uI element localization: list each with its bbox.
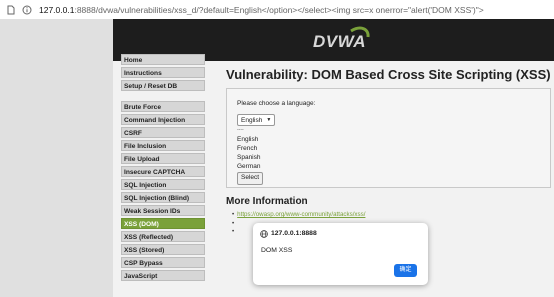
sidebar-item-sql-injection[interactable]: SQL Injection [121,179,205,190]
language-select[interactable]: English ▼ [237,114,276,126]
bullet: • [232,228,235,235]
dialog-origin: 127.0.0.1:8888 [271,230,317,237]
url-path: :8888/dvwa/vulnerabilities/xss_d/?defaul… [74,4,484,15]
sidebar-item-brute-force[interactable]: Brute Force [121,101,205,112]
chevron-down-icon: ▼ [266,117,272,123]
sidebar-item-sql-injection-blind[interactable]: SQL Injection (Blind) [121,192,205,203]
sidebar-item-xss-dom[interactable]: XSS (DOM) [121,218,205,229]
sidebar-item-instructions[interactable]: Instructions [121,67,205,78]
sidebar-item-insecure-captcha[interactable]: Insecure CAPTCHA [121,166,205,177]
sidebar-menu: Home Instructions Setup / Reset DB Brute… [121,54,207,291]
globe-icon [260,230,268,238]
alert-dialog: 127.0.0.1:8888 DOM XSS 确定 [253,223,428,285]
sidebar-item-xss-stored[interactable]: XSS (Stored) [121,244,205,255]
option-english[interactable]: English [237,135,261,144]
option-separator: ---- [237,127,244,133]
page-title: Vulnerability: DOM Based Cross Site Scri… [226,67,551,82]
dialog-message: DOM XSS [261,247,293,254]
info-icon[interactable] [22,5,32,15]
vulnerable-code-area: Please choose a language: English ▼ ----… [226,88,551,188]
sidebar-item-csp-bypass[interactable]: CSP Bypass [121,257,205,268]
sidebar-item-csrf[interactable]: CSRF [121,127,205,138]
url-host: 127.0.0.1 [39,4,75,15]
bullet: • [232,211,235,218]
sidebar-item-file-upload[interactable]: File Upload [121,153,205,164]
url-field[interactable]: 127.0.0.1:8888/dvwa/vulnerabilities/xss_… [39,5,484,15]
bullet: • [232,219,235,227]
menu-group-vulnerabilities: Brute Force Command Injection CSRF File … [121,101,207,281]
address-bar: 127.0.0.1:8888/dvwa/vulnerabilities/xss_… [0,0,554,20]
more-information-heading: More Information [226,196,308,207]
option-french[interactable]: French [237,144,261,153]
language-options: English French Spanish German [237,135,261,171]
sidebar-item-xss-reflected[interactable]: XSS (Reflected) [121,231,205,242]
sidebar-item-command-injection[interactable]: Command Injection [121,114,205,125]
option-spanish[interactable]: Spanish [237,153,261,162]
link-owasp-xss[interactable]: https://owasp.org/www-community/attacks/… [237,211,365,218]
language-prompt: Please choose a language: [237,100,316,107]
option-german[interactable]: German [237,162,261,171]
sidebar-item-weak-session-ids[interactable]: Weak Session IDs [121,205,205,216]
select-button[interactable]: Select [237,172,264,185]
sidebar-item-file-inclusion[interactable]: File Inclusion [121,140,205,151]
language-select-value: English [241,116,263,124]
ok-button[interactable]: 确定 [394,264,417,277]
page-icon [7,5,15,14]
list-item: • https://owasp.org/www-community/attacks… [232,211,365,220]
dvwa-logo: DVWA [313,23,373,57]
menu-group-general: Home Instructions Setup / Reset DB [121,54,207,91]
sidebar-item-javascript[interactable]: JavaScript [121,270,205,281]
sidebar-item-setup[interactable]: Setup / Reset DB [121,80,205,91]
sidebar-item-home[interactable]: Home [121,54,205,65]
logo-text: DVWA [313,32,366,51]
